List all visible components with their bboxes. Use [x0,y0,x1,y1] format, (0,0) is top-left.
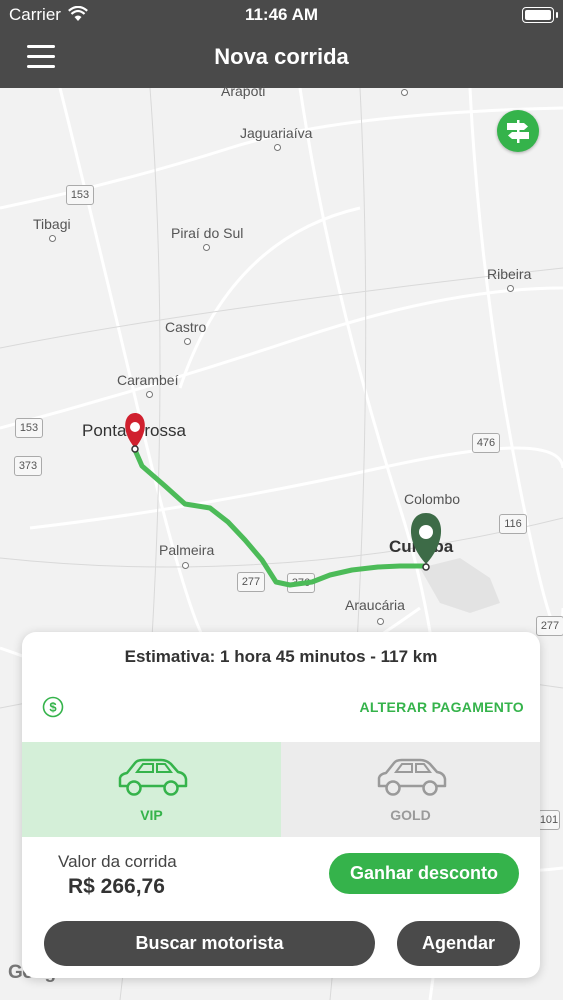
origin-pin [125,413,145,453]
search-driver-button[interactable]: Buscar motorista [44,921,375,966]
schedule-button[interactable]: Agendar [397,921,520,966]
signpost-icon [507,120,529,143]
svg-text:$: $ [49,700,57,715]
fare-label: Valor da corrida [58,852,177,871]
route-line [132,447,429,588]
status-bar: Carrier 11:46 AM [0,0,563,30]
category-label: GOLD [390,807,431,823]
car-icon [377,758,447,796]
change-payment-link[interactable]: ALTERAR PAGAMENTO [359,699,524,715]
page-title: Nova corrida [214,44,349,69]
fare-value: R$ 266,76 [68,875,165,898]
get-discount-button[interactable]: Ganhar desconto [329,853,519,894]
destination-pin [410,513,442,571]
directions-toggle-button[interactable] [497,110,539,152]
dollar-icon[interactable]: $ [42,696,64,718]
trip-estimate: Estimativa: 1 hora 45 minutos - 117 km [124,647,438,666]
category-vip[interactable]: VIP [22,742,281,837]
clock: 11:46 AM [244,5,319,24]
category-label: VIP [140,807,163,823]
category-selector: VIP GOLD [22,742,540,837]
category-gold[interactable]: GOLD [281,742,540,837]
battery-icon [522,7,558,23]
nav-bar: Nova corrida [0,30,563,88]
ride-card: Estimativa: 1 hora 45 minutos - 117 km $… [22,632,540,978]
car-icon [118,758,188,796]
